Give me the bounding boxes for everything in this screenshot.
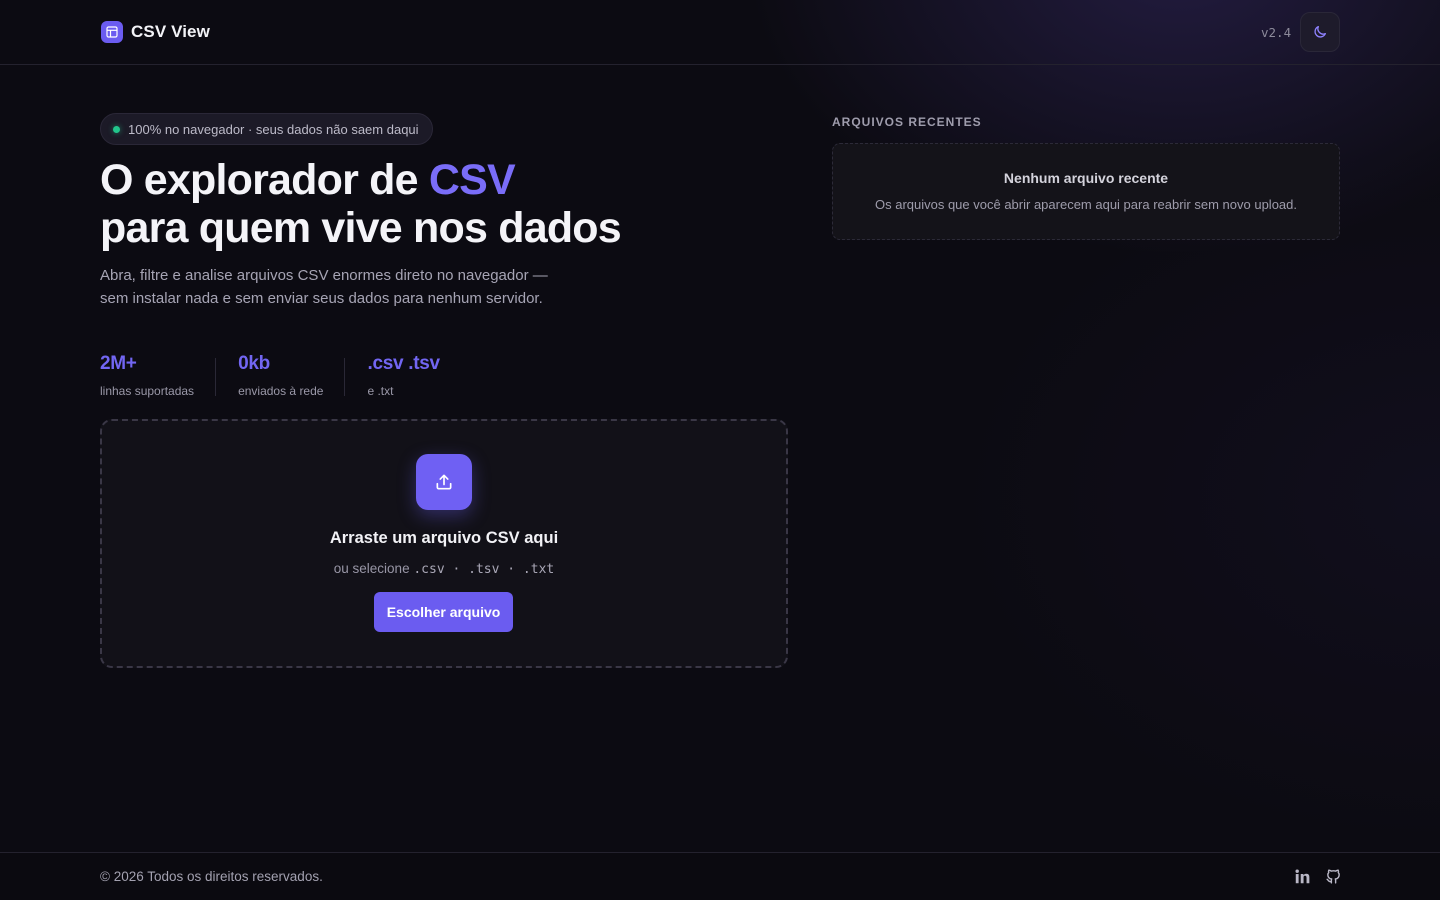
status-dot bbox=[113, 125, 120, 133]
choose-file-button[interactable]: Escolher arquivo bbox=[374, 592, 513, 632]
upload-icon bbox=[416, 454, 472, 510]
recent-files-empty-state: Nenhum arquivo recente Os arquivos que v… bbox=[832, 143, 1340, 240]
brand-name: CSV View bbox=[131, 22, 210, 41]
copyright-text: © 2026 Todos os direitos reservados. bbox=[100, 869, 323, 884]
privacy-badge-text: 100% no navegador · seus dados não saem … bbox=[128, 121, 419, 137]
stat-network: 0kb enviados à rede bbox=[238, 353, 346, 398]
file-dropzone[interactable]: Arraste um arquivo CSV aqui ou selecione… bbox=[100, 419, 788, 668]
linkedin-icon[interactable] bbox=[1293, 867, 1311, 885]
page-title: O explorador de CSV para quem vive nos d… bbox=[100, 156, 780, 252]
dropzone-subtitle: ou selecione .csv · .tsv · .txt bbox=[102, 561, 786, 577]
stat-rows: 2M+ linhas suportadas bbox=[100, 353, 217, 398]
stats-row: 2M+ linhas suportadas 0kb enviados à red… bbox=[100, 352, 440, 398]
headline-part2: para quem vive nos dados bbox=[100, 204, 622, 252]
empty-state-subtitle: Os arquivos que você abrir aparecem aqui… bbox=[874, 197, 1297, 212]
top-header: CSV View v2.4 bbox=[0, 0, 1440, 65]
accepted-extensions: .csv · .tsv · .txt bbox=[413, 562, 555, 577]
recent-files-heading: ARQUIVOS RECENTES bbox=[832, 115, 982, 129]
version-label: v2.4 bbox=[1261, 25, 1292, 40]
page-subtitle: Abra, filtre e analise arquivos CSV enor… bbox=[100, 267, 548, 307]
empty-state-title: Nenhum arquivo recente bbox=[1003, 170, 1169, 186]
headline-part1: O explorador de bbox=[100, 156, 429, 204]
github-icon[interactable] bbox=[1324, 867, 1342, 885]
stat-value: 2M+ bbox=[100, 353, 137, 374]
privacy-badge: 100% no navegador · seus dados não saem … bbox=[100, 113, 433, 145]
dropzone-sub-prefix: ou selecione bbox=[333, 561, 410, 576]
stat-label: e .txt bbox=[367, 384, 394, 398]
stat-value: 0kb bbox=[238, 353, 270, 374]
stat-formats: .csv .tsv e .txt bbox=[367, 353, 440, 398]
footer: © 2026 Todos os direitos reservados. bbox=[0, 852, 1440, 900]
theme-toggle-button[interactable] bbox=[1300, 12, 1340, 52]
social-links bbox=[1293, 867, 1342, 885]
table-icon bbox=[101, 21, 123, 43]
stat-value: .csv .tsv bbox=[367, 353, 440, 374]
headline-accent: CSV bbox=[428, 156, 516, 204]
stat-label: enviados à rede bbox=[238, 384, 324, 398]
stat-label: linhas suportadas bbox=[100, 384, 195, 398]
brand[interactable]: CSV View bbox=[101, 21, 210, 43]
dropzone-title: Arraste um arquivo CSV aqui bbox=[329, 529, 559, 547]
moon-icon bbox=[1312, 24, 1328, 40]
